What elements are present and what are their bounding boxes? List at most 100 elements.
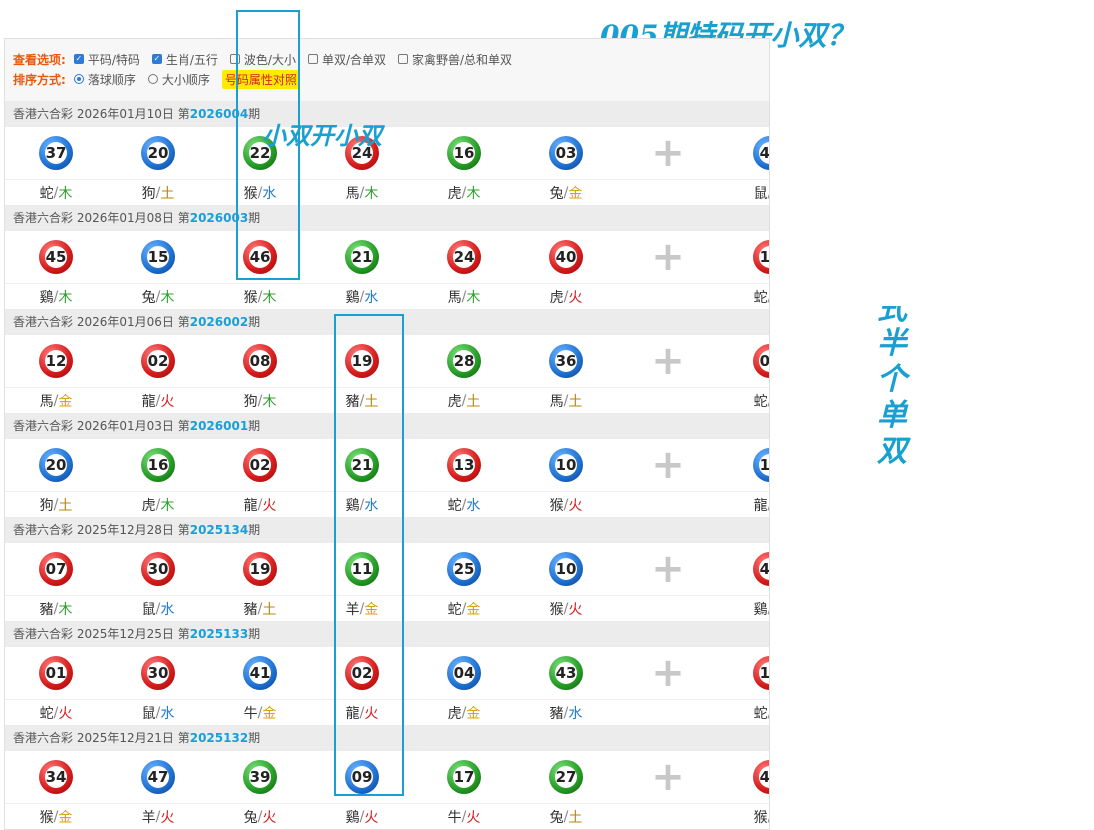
ball-number: 45 bbox=[45, 248, 67, 266]
zodiac-label: 羊 bbox=[141, 809, 156, 826]
draw-issue[interactable]: 2025132 bbox=[190, 731, 248, 745]
zodiac-label: 鷄 bbox=[345, 809, 360, 826]
element-label: 金 bbox=[58, 809, 73, 826]
separator: / bbox=[768, 185, 769, 201]
element-label: 金 bbox=[58, 393, 73, 410]
separator: / bbox=[768, 705, 769, 721]
checkbox[interactable]: ✓ bbox=[73, 54, 84, 64]
ball-number: 37 bbox=[45, 144, 67, 162]
draw-suffix: 期 bbox=[248, 523, 261, 537]
ball-cell: 30 bbox=[107, 543, 209, 595]
lottery-ball: 10 bbox=[549, 552, 583, 586]
annotation-vertical-char: 单 bbox=[877, 398, 907, 433]
ball-number: 11 bbox=[351, 560, 373, 578]
zodiac-row: 猴/金羊/火兔/火鷄/火牛/火兔/土猴/木 bbox=[5, 803, 769, 829]
ball-number: 21 bbox=[351, 456, 373, 474]
element-label: 火 bbox=[58, 705, 73, 722]
draw-suffix: 期 bbox=[248, 731, 261, 745]
ball-cell: 19 bbox=[311, 335, 413, 387]
plus-icon: + bbox=[651, 650, 685, 696]
zodiac-label: 兔 bbox=[549, 185, 564, 202]
plus-cell: + bbox=[617, 543, 719, 595]
ball-cell: 02 bbox=[209, 439, 311, 491]
element-label: 火 bbox=[160, 393, 175, 410]
lottery-ball: 01 bbox=[39, 656, 73, 690]
ball-number: 01 bbox=[759, 352, 770, 370]
zodiac-cell: 鼠/金 bbox=[719, 180, 769, 205]
annotation-vertical-char: 半 bbox=[877, 326, 907, 361]
zodiac-cell: 豬 / 土 bbox=[209, 596, 311, 621]
zodiac-cell: 猴 / 火 bbox=[515, 596, 617, 621]
zodiac-label: 兔 bbox=[243, 809, 258, 826]
zodiac-cell: 鼠 / 水 bbox=[107, 700, 209, 725]
options-bar: 查看选项: ✓ 平码/特码 ✓ 生肖/五行 波色/大小 单双/合单双 家禽野兽/总和单双 排… bbox=[5, 39, 769, 102]
sort-option-0[interactable]: 落球顺序 bbox=[73, 71, 136, 88]
lottery-ball: 46 bbox=[753, 760, 769, 794]
zodiac-cell: 牛 / 金 bbox=[209, 700, 311, 725]
draw-issue[interactable]: 2025134 bbox=[190, 523, 248, 537]
results-panel: 查看选项: ✓ 平码/特码 ✓ 生肖/五行 波色/大小 单双/合单双 家禽野兽/总和单双 排… bbox=[4, 38, 770, 830]
element-label: 土 bbox=[466, 393, 481, 410]
ball-number: 02 bbox=[249, 456, 271, 474]
draw-header: 香港六合彩 2026年01月03日 第2026001期 bbox=[5, 413, 769, 439]
ball-cell: 11 bbox=[311, 543, 413, 595]
annotation-vertical: 式半个单双 bbox=[872, 306, 912, 470]
draw-issue[interactable]: 2026003 bbox=[190, 211, 248, 225]
zodiac-cell: 馬 / 金 bbox=[5, 388, 107, 413]
checkbox[interactable] bbox=[229, 54, 240, 64]
ball-number: 16 bbox=[453, 144, 475, 162]
radio[interactable] bbox=[147, 74, 158, 84]
draw-issue[interactable]: 2025133 bbox=[190, 627, 248, 641]
zodiac-cell: 猴 / 火 bbox=[515, 492, 617, 517]
view-option-1[interactable]: ✓ 生肖/五行 bbox=[151, 51, 218, 68]
lottery-ball: 17 bbox=[447, 760, 481, 794]
zodiac-label: 龍 bbox=[753, 497, 768, 514]
balls-row: 01 30 41 02 04 43 13 + bbox=[5, 647, 769, 699]
zodiac-label: 鷄 bbox=[345, 289, 360, 306]
draw-header: 香港六合彩 2026年01月08日 第2026003期 bbox=[5, 205, 769, 231]
zodiac-label: 馬 bbox=[39, 393, 54, 410]
view-option-0[interactable]: ✓ 平码/特码 bbox=[73, 51, 140, 68]
lottery-ball: 13 bbox=[753, 240, 769, 274]
sort-option-label: 大小顺序 bbox=[161, 72, 210, 87]
lottery-ball: 02 bbox=[345, 656, 379, 690]
ball-cell: 08 bbox=[209, 335, 311, 387]
zodiac-label: 虎 bbox=[447, 393, 462, 410]
zodiac-label: 豬 bbox=[345, 393, 360, 410]
zodiac-label: 豬 bbox=[549, 705, 564, 722]
draw-issue[interactable]: 2026004 bbox=[190, 107, 248, 121]
plus-icon: + bbox=[651, 338, 685, 384]
lottery-ball: 21 bbox=[345, 240, 379, 274]
checkbox[interactable]: ✓ bbox=[151, 54, 162, 64]
ball-number: 13 bbox=[453, 456, 475, 474]
lottery-ball: 41 bbox=[243, 656, 277, 690]
draw-issue[interactable]: 2026002 bbox=[190, 315, 248, 329]
radio[interactable] bbox=[73, 74, 84, 84]
view-option-4[interactable]: 家禽野兽/总和单双 bbox=[398, 51, 512, 68]
zodiac-label: 狗 bbox=[39, 497, 54, 514]
ball-cell: 19 bbox=[209, 543, 311, 595]
draw-title: 香港六合彩 2026年01月08日 第 bbox=[13, 211, 190, 225]
draw-header: 香港六合彩 2025年12月28日 第2025134期 bbox=[5, 517, 769, 543]
lottery-ball: 28 bbox=[447, 344, 481, 378]
sort-option-1[interactable]: 大小顺序 bbox=[147, 71, 210, 88]
draw-issue[interactable]: 2026001 bbox=[190, 419, 248, 433]
element-label: 火 bbox=[160, 809, 175, 826]
ball-number: 27 bbox=[555, 768, 577, 786]
zodiac-label: 豬 bbox=[243, 601, 258, 618]
lottery-ball: 34 bbox=[39, 760, 73, 794]
zodiac-label: 猴 bbox=[39, 809, 54, 826]
element-label: 木 bbox=[160, 289, 175, 306]
zodiac-label: 鼠 bbox=[141, 705, 156, 722]
zodiac-cell: 兔 / 火 bbox=[209, 804, 311, 829]
ball-cell: 20 bbox=[5, 439, 107, 491]
view-option-2[interactable]: 波色/大小 bbox=[229, 51, 296, 68]
compare-link[interactable]: 号码属性对照 bbox=[221, 69, 300, 89]
checkbox[interactable] bbox=[307, 54, 318, 64]
element-label: 水 bbox=[160, 705, 175, 722]
checkbox[interactable] bbox=[398, 54, 408, 64]
annotation-vertical-char: 双 bbox=[877, 434, 907, 469]
view-option-3[interactable]: 单双/合单双 bbox=[307, 51, 386, 68]
ball-cell: 10 bbox=[515, 439, 617, 491]
element-label: 木 bbox=[58, 185, 73, 202]
